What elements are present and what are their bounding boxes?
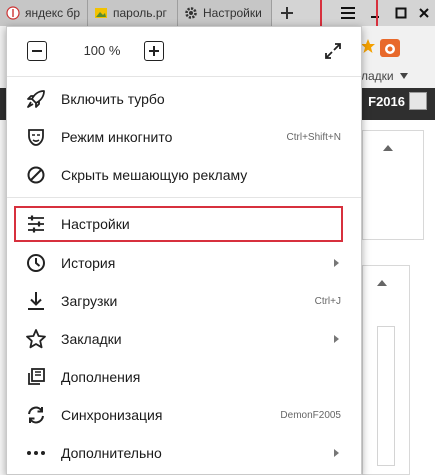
plus-icon <box>149 46 159 56</box>
zoom-in-button[interactable] <box>144 41 164 61</box>
tab-label: Настройки <box>203 6 262 20</box>
chevron-up-icon <box>383 145 393 151</box>
menu-item-bookmarks[interactable]: Закладки <box>7 320 361 358</box>
tab-label: пароль.рг <box>113 6 167 20</box>
chevron-up-icon <box>377 280 387 286</box>
user-name: F2016 <box>368 93 405 109</box>
close-window-button[interactable] <box>412 0 435 26</box>
menu-item-label: Синхронизация <box>61 407 163 423</box>
menu-item-extensions[interactable]: Дополнения <box>7 358 361 396</box>
menu-item-shortcut: Ctrl+J <box>314 295 341 307</box>
screenshot-extension-icon[interactable] <box>378 36 402 60</box>
close-icon <box>418 8 429 18</box>
submenu-arrow-icon <box>334 449 339 457</box>
sync-account-name: DemonF2005 <box>280 409 341 421</box>
menu-item-more[interactable]: Дополнительно <box>7 434 361 472</box>
zoom-controls: 100 % <box>7 27 361 77</box>
clock-icon <box>25 252 47 274</box>
yandex-icon <box>6 6 20 20</box>
gear-icon <box>184 6 198 20</box>
tab-label: яндекс бр <box>25 6 81 20</box>
menu-separator <box>7 197 361 198</box>
chevron-down-icon <box>399 73 408 79</box>
submenu-arrow-icon <box>334 259 339 267</box>
menu-item-label: Скрыть мешающую рекламу <box>61 167 248 183</box>
fullscreen-icon <box>325 43 341 59</box>
menu-item-history[interactable]: История <box>7 244 361 282</box>
block-icon <box>25 164 47 186</box>
menu-item-label: Включить турбо <box>61 91 165 107</box>
menu-item-incognito[interactable]: Режим инкогнито Ctrl+Shift+N <box>7 118 361 156</box>
plus-icon <box>281 7 293 19</box>
zoom-level: 100 % <box>83 43 121 58</box>
download-icon <box>25 290 47 312</box>
menu-item-label: Дополнительно <box>61 445 162 461</box>
menu-item-hide-ads[interactable]: Скрыть мешающую рекламу <box>7 156 361 194</box>
content-card <box>362 130 424 240</box>
extensions-icon <box>25 366 47 388</box>
avatar <box>409 92 427 110</box>
menu-item-sync[interactable]: Синхронизация DemonF2005 <box>7 396 361 434</box>
fullscreen-button[interactable] <box>323 41 343 61</box>
more-dots-icon <box>25 442 47 464</box>
sync-icon <box>25 404 47 426</box>
maximize-icon <box>395 7 407 19</box>
user-account[interactable]: F2016 <box>368 92 427 110</box>
scroll-track[interactable] <box>377 326 395 466</box>
minus-icon <box>32 50 42 52</box>
rocket-icon <box>25 88 47 110</box>
menu-item-label: Режим инкогнито <box>61 129 173 145</box>
maximize-button[interactable] <box>388 0 414 26</box>
menu-item-downloads[interactable]: Загрузки Ctrl+J <box>7 282 361 320</box>
bookmarks-label: ладки <box>361 69 394 83</box>
settings-highlight <box>14 206 343 242</box>
menu-item-label: Загрузки <box>61 293 118 309</box>
tab-yandex[interactable]: яндекс бр <box>0 0 88 26</box>
menu-item-shortcut: Ctrl+Shift+N <box>286 131 341 143</box>
image-icon <box>94 6 108 20</box>
menu-item-turbo[interactable]: Включить турбо <box>7 80 361 118</box>
star-icon <box>25 328 47 350</box>
star-extension-icon[interactable] <box>360 38 376 54</box>
menu-item-label: История <box>61 255 116 271</box>
menu-item-label: Закладки <box>61 331 122 347</box>
zoom-out-button[interactable] <box>27 41 47 61</box>
browser-main-menu: 100 % Включить турбо Режим инкогнито Ctr… <box>6 26 362 475</box>
submenu-arrow-icon <box>334 335 339 343</box>
incognito-mask-icon <box>25 126 47 148</box>
new-tab-button[interactable] <box>272 0 302 26</box>
menu-item-label: Дополнения <box>61 369 141 385</box>
tab-settings[interactable]: Настройки <box>178 0 272 26</box>
content-card <box>362 265 410 475</box>
tab-password[interactable]: пароль.рг <box>88 0 178 26</box>
